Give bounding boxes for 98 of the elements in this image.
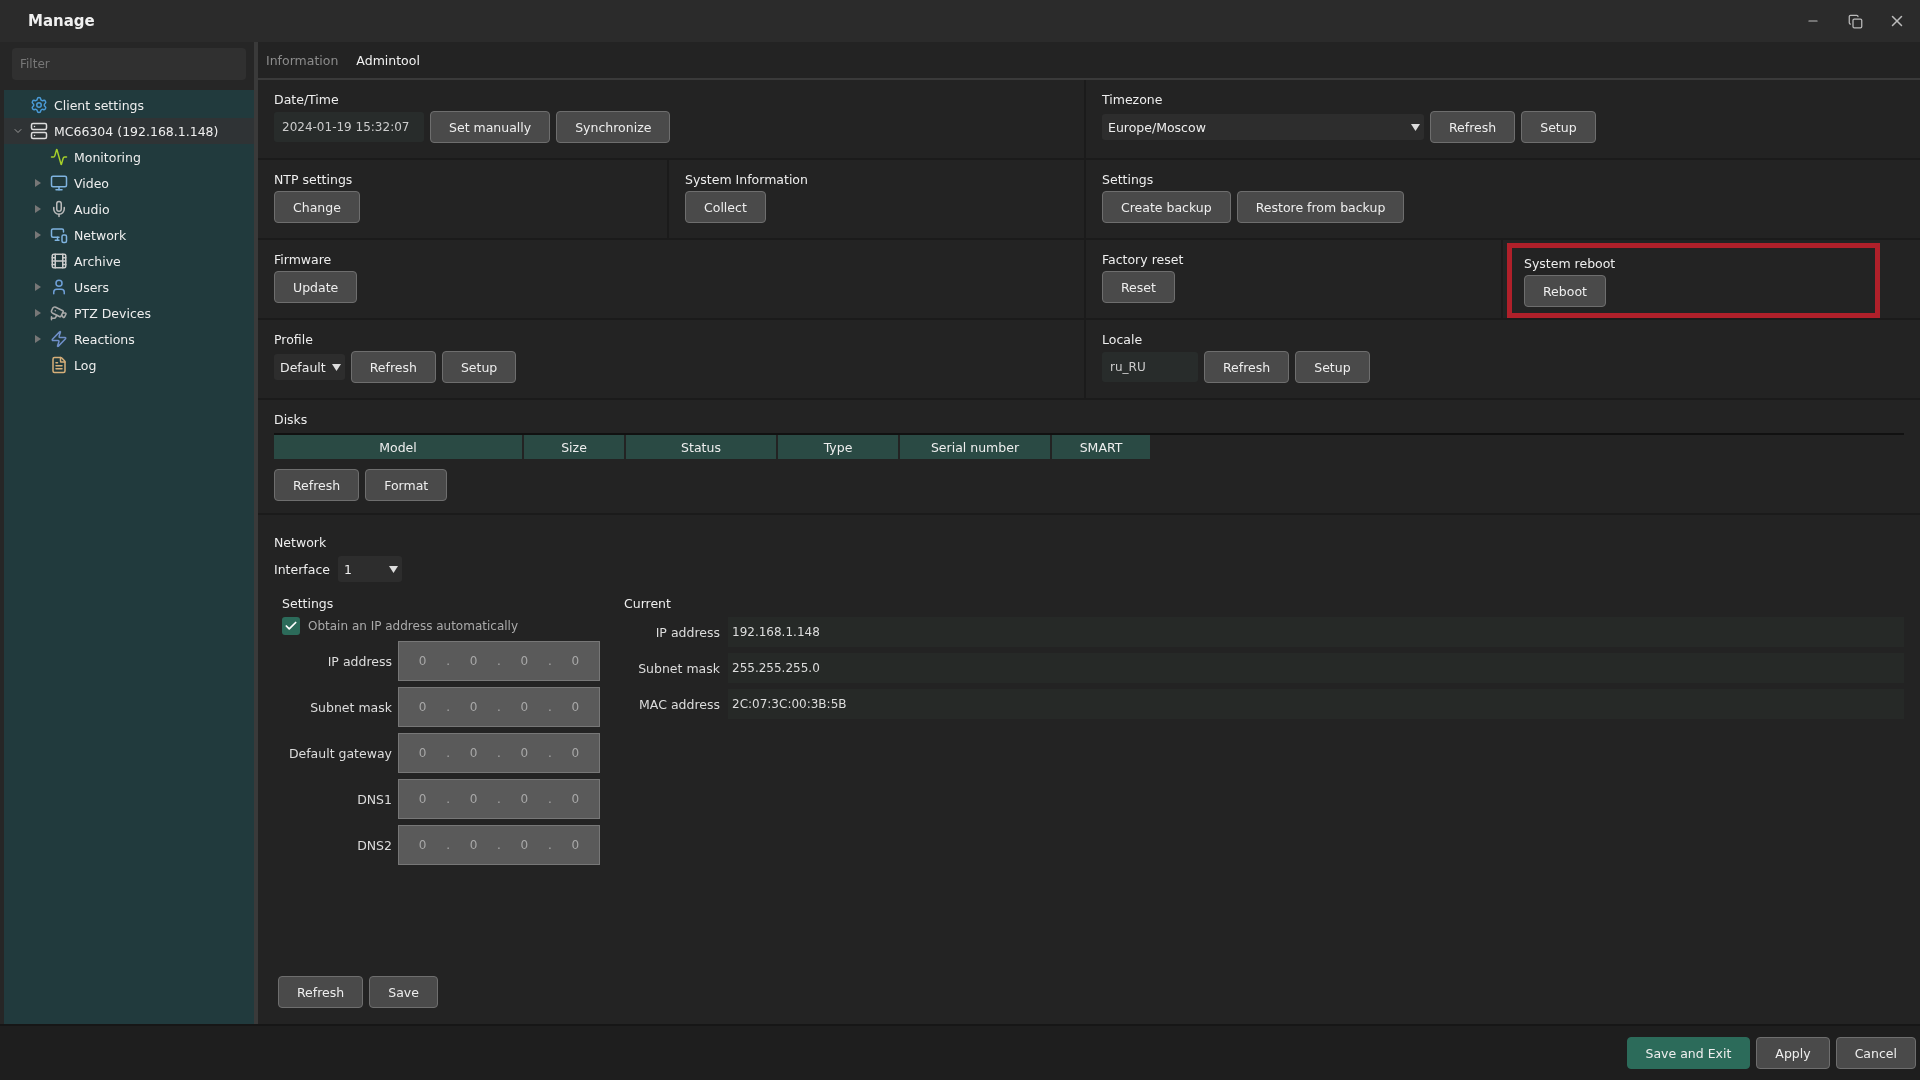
- button[interactable]: Restore from backup: [1236, 191, 1405, 223]
- server-icon: [30, 122, 48, 140]
- button[interactable]: Collect: [685, 191, 766, 223]
- gear-icon: [30, 96, 48, 114]
- column-header: Type: [778, 435, 898, 459]
- field-label: IP address: [326, 653, 392, 669]
- tree-item[interactable]: Audio: [4, 196, 254, 222]
- computers-icon: [50, 226, 68, 244]
- filter-field[interactable]: Filter: [12, 48, 246, 80]
- section-label: Locale: [1102, 332, 1144, 347]
- film-reel-icon: [50, 252, 68, 270]
- section-label: System reboot: [1524, 256, 1616, 271]
- dropdown-arrow-icon: [331, 363, 341, 371]
- button[interactable]: Refresh: [1204, 351, 1290, 383]
- tab[interactable]: Information: [264, 48, 341, 72]
- waveform-icon: [50, 148, 68, 166]
- tree-item[interactable]: Log: [4, 352, 254, 378]
- camera-icon: [50, 304, 68, 322]
- column-header: Model: [274, 435, 522, 459]
- value-field: 255.255.255.0: [728, 653, 1904, 683]
- dropdown[interactable]: Default: [274, 354, 345, 380]
- tree-item[interactable]: Network: [4, 222, 254, 248]
- button[interactable]: Setup: [1521, 111, 1596, 143]
- lightning-icon: [50, 330, 68, 348]
- caret-icon[interactable]: [34, 230, 42, 240]
- value-field: 2C:07:3C:00:3B:5B: [728, 689, 1904, 719]
- section-label: Date/Time: [274, 92, 340, 107]
- button[interactable]: Reboot: [1524, 275, 1606, 307]
- tree-item[interactable]: Archive: [4, 248, 254, 274]
- dropdown[interactable]: Europe/Moscow: [1102, 114, 1424, 140]
- button[interactable]: Cancel: [1835, 1037, 1916, 1069]
- section-label: Network: [274, 535, 328, 550]
- button[interactable]: Set manually: [430, 111, 551, 143]
- user-icon: [50, 278, 68, 296]
- button[interactable]: Change: [274, 191, 360, 223]
- section-label: Factory reset: [1102, 252, 1184, 267]
- monitor-icon: [50, 174, 68, 192]
- column-header: SMART: [1052, 435, 1150, 459]
- button[interactable]: Reset: [1102, 271, 1175, 303]
- section-label: Current: [624, 596, 672, 611]
- button[interactable]: Synchronize: [556, 111, 671, 143]
- column-header: Status: [626, 435, 776, 459]
- restore-icon: [1847, 13, 1863, 29]
- section-label: Settings: [1102, 172, 1155, 187]
- section-label: Firmware: [274, 252, 333, 267]
- section-label: Timezone: [1102, 92, 1164, 107]
- field-label: IP address: [654, 624, 720, 640]
- column-header: Serial number: [900, 435, 1050, 459]
- button[interactable]: Apply: [1756, 1037, 1830, 1069]
- button[interactable]: Refresh: [350, 351, 436, 383]
- section-label: Disks: [274, 412, 309, 427]
- caret-icon[interactable]: [34, 308, 42, 318]
- field-label: Subnet mask: [637, 660, 720, 676]
- field-label: Subnet mask: [309, 699, 392, 715]
- button[interactable]: Save: [369, 976, 438, 1008]
- button[interactable]: Setup: [1295, 351, 1370, 383]
- tree-item[interactable]: Client settings: [4, 92, 254, 118]
- checkmark-icon: [284, 619, 298, 633]
- button[interactable]: Refresh: [1430, 111, 1516, 143]
- button[interactable]: Create backup: [1102, 191, 1231, 223]
- text-field[interactable]: ru_RU: [1102, 352, 1198, 382]
- button[interactable]: Refresh: [278, 976, 364, 1008]
- window-title: Manage: [28, 12, 96, 30]
- interface-label: Interface: [274, 561, 330, 577]
- field-label: DNS1: [356, 791, 392, 807]
- tree-item[interactable]: Monitoring: [4, 144, 254, 170]
- caret-icon[interactable]: [34, 204, 42, 214]
- button[interactable]: Refresh: [274, 469, 360, 501]
- caret-icon[interactable]: [34, 282, 42, 292]
- section-label: NTP settings: [274, 172, 354, 187]
- button[interactable]: Save and Exit: [1626, 1037, 1751, 1069]
- value-field: 192.168.1.148: [728, 617, 1904, 647]
- text-field[interactable]: 2024-01-19 15:32:07: [274, 112, 424, 142]
- button[interactable]: Update: [274, 271, 358, 303]
- tab[interactable]: Admintool: [354, 48, 422, 72]
- column-header: Size: [524, 435, 624, 459]
- tree-item[interactable]: Users: [4, 274, 254, 300]
- dropdown-arrow-icon: [1411, 123, 1420, 131]
- document-icon: [50, 356, 68, 374]
- caret-icon[interactable]: [34, 178, 42, 188]
- dropdown-arrow-icon: [388, 565, 398, 573]
- checkbox[interactable]: [282, 617, 300, 635]
- field-label: DNS2: [356, 837, 392, 853]
- section-label: Settings: [282, 596, 335, 611]
- tree-item[interactable]: PTZ Devices: [4, 300, 254, 326]
- field-label: MAC address: [638, 696, 720, 712]
- tree-item[interactable]: MC66304 (192.168.1.148): [4, 118, 254, 144]
- section-label: System Information: [685, 172, 808, 187]
- section-label: Profile: [274, 332, 314, 347]
- tree-item[interactable]: Video: [4, 170, 254, 196]
- field-label: Default gateway: [287, 745, 392, 761]
- tree-item[interactable]: Reactions: [4, 326, 254, 352]
- dropdown[interactable]: 1: [337, 556, 402, 582]
- button[interactable]: Format: [365, 469, 448, 501]
- microphone-icon: [50, 200, 68, 218]
- checkbox-label: Obtain an IP address automatically: [308, 619, 518, 633]
- caret-icon[interactable]: [34, 334, 42, 344]
- button[interactable]: Setup: [441, 351, 517, 383]
